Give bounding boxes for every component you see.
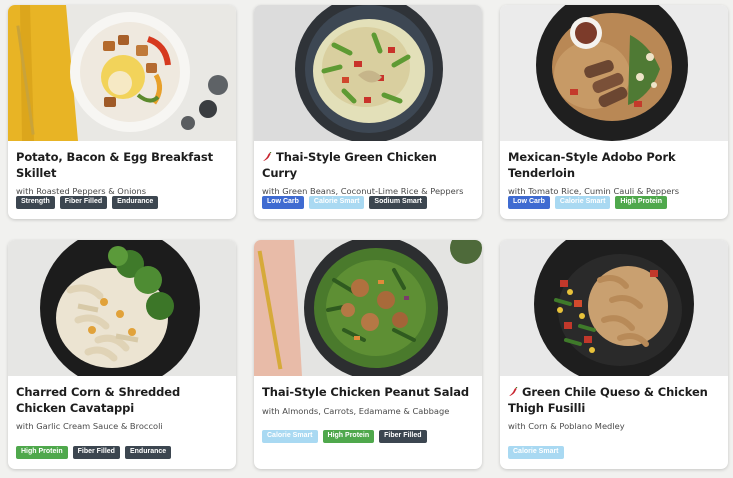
meal-subtitle: with Corn & Poblano Medley xyxy=(508,421,625,431)
tag-fiber-filled: Fiber Filled xyxy=(379,430,427,443)
meal-card[interactable]: Mexican-Style Adobo Pork Tenderloin with… xyxy=(500,5,728,219)
tag-endurance: Endurance xyxy=(112,196,159,209)
tag-calorie-smart: Calorie Smart xyxy=(554,196,611,209)
meal-card[interactable]: Thai-Style Green Chicken Curry with Gree… xyxy=(254,5,482,219)
meal-photo xyxy=(254,240,482,376)
tag-fiber-filled: Fiber Filled xyxy=(72,446,120,459)
meal-photo xyxy=(500,5,728,141)
tag-list: High Protein Fiber Filled Endurance xyxy=(16,446,172,459)
meal-photo xyxy=(8,240,236,376)
meal-photo xyxy=(8,5,236,141)
tag-calorie-smart: Calorie Smart xyxy=(508,446,564,459)
tag-sodium-smart: Sodium Smart xyxy=(369,196,427,209)
meal-title[interactable]: Mexican-Style Adobo Pork Tenderloin xyxy=(508,150,720,181)
meal-title[interactable]: Thai-Style Chicken Peanut Salad xyxy=(262,385,474,401)
meal-subtitle: with Garlic Cream Sauce & Broccoli xyxy=(16,421,163,431)
tag-list: Strength Fiber Filled Endurance xyxy=(16,196,159,209)
tag-calorie-smart: Calorie Smart xyxy=(262,430,318,443)
meal-photo xyxy=(254,5,482,141)
tag-high-protein: High Protein xyxy=(322,430,375,443)
tag-list: Calorie Smart xyxy=(508,446,564,459)
tag-low-carb: Low Carb xyxy=(508,196,550,209)
tag-strength: Strength xyxy=(16,196,55,209)
meal-title[interactable]: Charred Corn & Shredded Chicken Cavatapp… xyxy=(16,385,228,416)
meal-subtitle: with Almonds, Carrots, Edamame & Cabbage xyxy=(262,405,450,416)
meal-photo xyxy=(500,240,728,376)
tag-calorie-smart: Calorie Smart xyxy=(308,196,365,209)
tag-low-carb: Low Carb xyxy=(262,196,304,209)
meal-card[interactable]: Potato, Bacon & Egg Breakfast Skillet wi… xyxy=(8,5,236,219)
meal-title[interactable]: Thai-Style Green Chicken Curry xyxy=(262,150,474,181)
tag-list: Low Carb Calorie Smart Sodium Smart xyxy=(262,196,427,209)
meal-title[interactable]: Green Chile Queso & Chicken Thigh Fusill… xyxy=(508,385,720,416)
tag-list: Calorie Smart High Protein Fiber Filled xyxy=(262,430,427,443)
tag-endurance: Endurance xyxy=(124,446,172,459)
tag-high-protein: High Protein xyxy=(615,196,668,209)
chili-pepper-icon xyxy=(263,152,272,161)
meal-title[interactable]: Potato, Bacon & Egg Breakfast Skillet xyxy=(16,150,228,181)
tag-high-protein: High Protein xyxy=(16,446,68,459)
tag-fiber-filled: Fiber Filled xyxy=(59,196,108,209)
chili-pepper-icon xyxy=(509,387,518,396)
meal-card[interactable]: Thai-Style Chicken Peanut Salad with Alm… xyxy=(254,240,482,469)
tag-list: Low Carb Calorie Smart High Protein xyxy=(508,196,668,209)
meal-card[interactable]: Green Chile Queso & Chicken Thigh Fusill… xyxy=(500,240,728,469)
meal-card[interactable]: Charred Corn & Shredded Chicken Cavatapp… xyxy=(8,240,236,469)
